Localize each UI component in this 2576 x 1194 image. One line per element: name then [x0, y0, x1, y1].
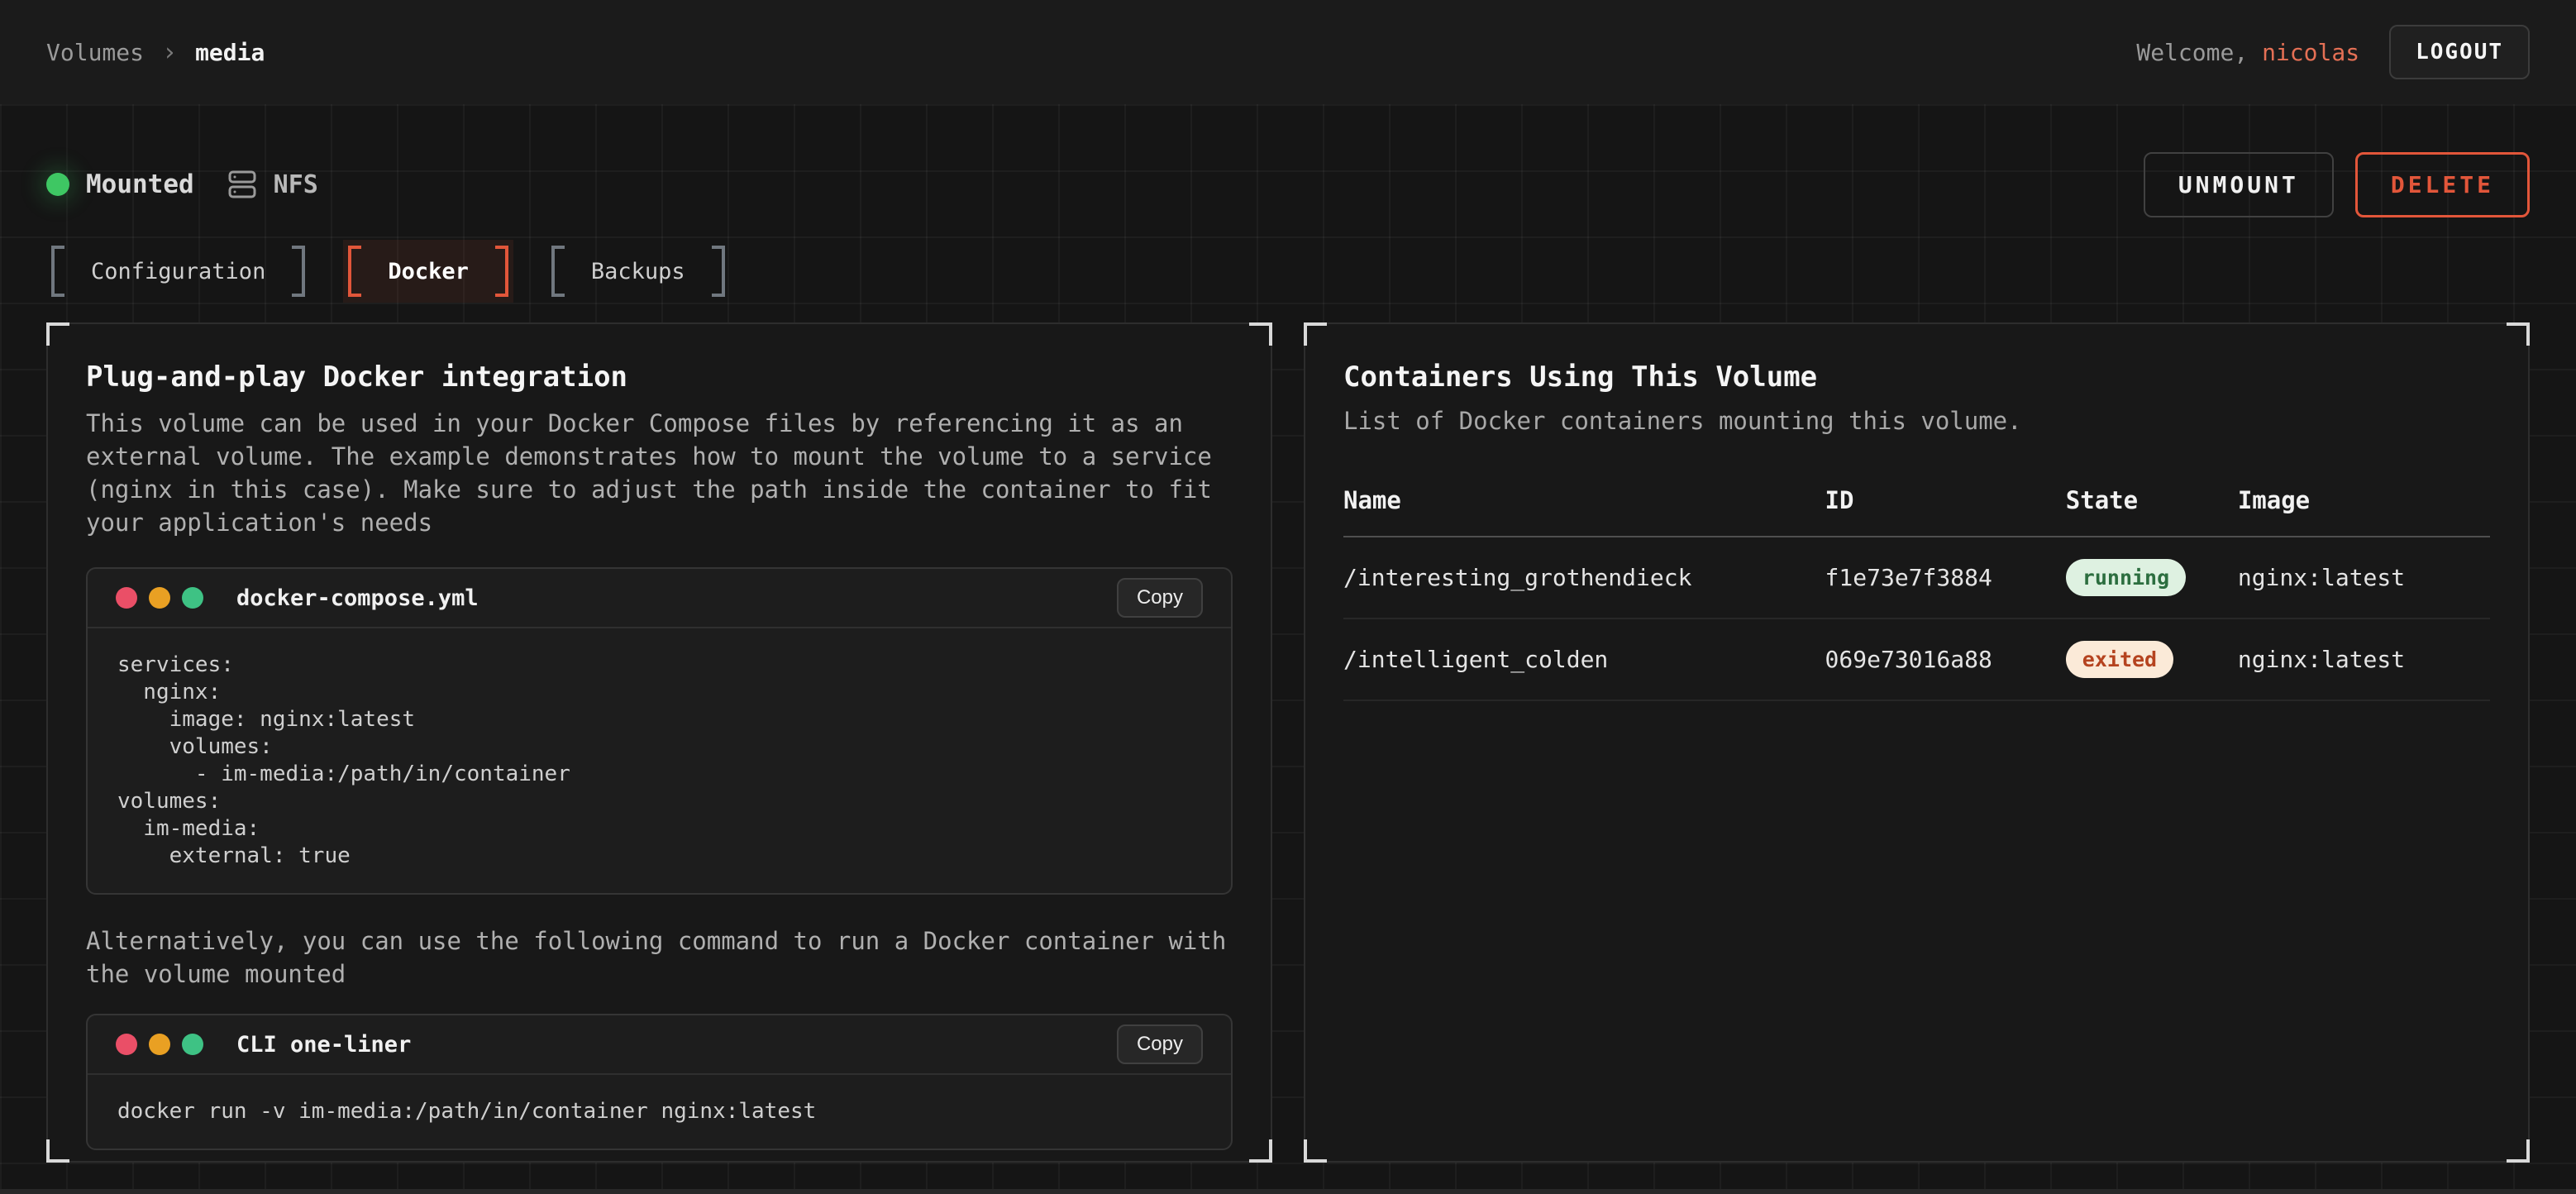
filesystem-type-label: NFS: [274, 170, 318, 199]
cli-filename: CLI one-liner: [236, 1032, 411, 1058]
welcome-prefix: Welcome,: [2136, 39, 2262, 66]
container-image-cell: nginx:latest: [2238, 618, 2490, 700]
copy-cli-button[interactable]: Copy: [1117, 1024, 1203, 1064]
card-corner-icon: [1249, 322, 1272, 346]
container-image-cell: nginx:latest: [2238, 537, 2490, 618]
breadcrumb-current-volume: media: [195, 39, 265, 66]
container-name-cell: /intelligent_colden: [1343, 618, 1825, 700]
breadcrumb-separator: ›: [162, 38, 177, 67]
tab-backups[interactable]: Backups: [546, 240, 730, 303]
delete-button[interactable]: DELETE: [2355, 152, 2530, 217]
cli-code-content: docker run -v im-media:/path/in/containe…: [88, 1075, 1231, 1149]
window-dot-green-icon: [182, 587, 203, 609]
top-bar: Volumes › media Welcome, nicolas LOGOUT: [0, 0, 2576, 104]
card-corner-icon: [1304, 1139, 1327, 1163]
window-dot-yellow-icon: [149, 587, 170, 609]
containers-card-title: Containers Using This Volume: [1343, 361, 2490, 394]
window-dot-red-icon: [116, 1034, 137, 1055]
bracket-right-icon: [712, 246, 725, 297]
mounted-status-dot: [46, 173, 69, 196]
docker-card-title: Plug-and-play Docker integration: [86, 361, 1233, 394]
containers-card-subtitle: List of Docker containers mounting this …: [1343, 407, 2490, 435]
cli-intro-text: Alternatively, you can use the following…: [86, 924, 1233, 991]
container-table-row: /interesting_grothendieckf1e73e7f3884run…: [1343, 537, 2490, 618]
breadcrumb: Volumes › media: [46, 38, 265, 67]
bottom-band: [0, 1189, 2576, 1194]
compose-code-block: docker-compose.yml Copy services: nginx:…: [86, 567, 1233, 895]
welcome-text: Welcome, nicolas: [2136, 39, 2359, 66]
card-corner-icon: [1249, 1139, 1272, 1163]
compose-code-content: services: nginx: image: nginx:latest vol…: [88, 628, 1231, 893]
card-corner-icon: [2507, 1139, 2530, 1163]
container-id-cell: 069e73016a88: [1825, 618, 2066, 700]
bracket-right-icon: [495, 246, 508, 297]
server-icon: [227, 170, 257, 199]
state-badge: running: [2066, 559, 2186, 596]
status-row: Mounted NFS UNMOUNT DELETE: [46, 152, 2530, 217]
col-header-name: Name: [1343, 471, 1825, 537]
bracket-right-icon: [292, 246, 305, 297]
col-header-state: State: [2066, 471, 2238, 537]
col-header-image: Image: [2238, 471, 2490, 537]
bracket-left-icon: [348, 246, 361, 297]
username: nicolas: [2262, 39, 2359, 66]
tab-bar: Configuration Docker Backups: [46, 238, 2530, 304]
container-table-row: /intelligent_colden069e73016a88exited ngi…: [1343, 618, 2490, 700]
mounted-status-label: Mounted: [86, 170, 194, 199]
container-state-cell: exited: [2066, 618, 2238, 700]
window-dot-green-icon: [182, 1034, 203, 1055]
card-corner-icon: [2507, 322, 2530, 346]
bracket-left-icon: [551, 246, 565, 297]
card-corner-icon: [46, 322, 69, 346]
bracket-left-icon: [51, 246, 64, 297]
tab-docker-label: Docker: [361, 259, 495, 284]
main-area: Mounted NFS UNMOUNT DELETE Configuration: [0, 104, 2576, 1194]
window-dot-red-icon: [116, 587, 137, 609]
window-dot-yellow-icon: [149, 1034, 170, 1055]
containers-table: Name ID State Image /interesting_grothen…: [1343, 471, 2490, 701]
unmount-button[interactable]: UNMOUNT: [2144, 152, 2334, 217]
tab-backups-label: Backups: [565, 259, 712, 284]
card-corner-icon: [46, 1139, 69, 1163]
containers-card: Containers Using This Volume List of Doc…: [1304, 322, 2530, 1163]
docker-integration-card: Plug-and-play Docker integration This vo…: [46, 322, 1272, 1163]
tab-docker[interactable]: Docker: [343, 240, 513, 303]
compose-filename: docker-compose.yml: [236, 585, 479, 611]
container-name-cell: /interesting_grothendieck: [1343, 537, 1825, 618]
cli-code-block: CLI one-liner Copy docker run -v im-medi…: [86, 1014, 1233, 1150]
container-state-cell: running: [2066, 537, 2238, 618]
container-id-cell: f1e73e7f3884: [1825, 537, 2066, 618]
logout-button[interactable]: LOGOUT: [2389, 25, 2530, 79]
copy-compose-button[interactable]: Copy: [1117, 578, 1203, 618]
col-header-id: ID: [1825, 471, 2066, 537]
docker-card-description: This volume can be used in your Docker C…: [86, 407, 1233, 539]
card-corner-icon: [1304, 322, 1327, 346]
tab-configuration[interactable]: Configuration: [46, 240, 310, 303]
state-badge: exited: [2066, 641, 2173, 678]
breadcrumb-volumes-link[interactable]: Volumes: [46, 39, 144, 66]
tab-configuration-label: Configuration: [64, 259, 292, 284]
